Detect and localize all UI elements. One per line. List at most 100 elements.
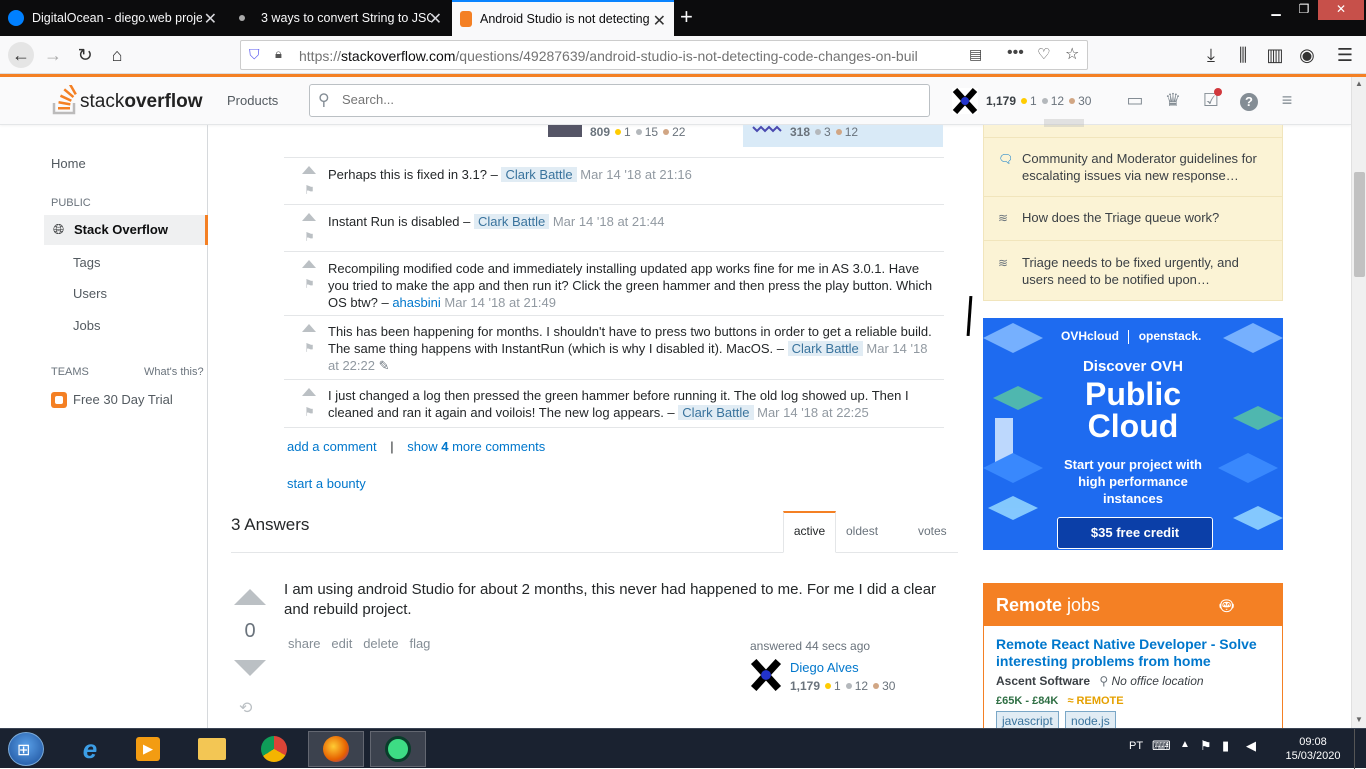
new-tab-button[interactable]: + <box>680 4 693 30</box>
close-icon[interactable]: ✕ <box>204 9 217 29</box>
user-avatar[interactable] <box>750 658 782 692</box>
taskbar-android-studio[interactable] <box>370 731 426 767</box>
comment-upvote-icon[interactable] <box>302 260 316 268</box>
upvote-icon[interactable] <box>234 589 266 605</box>
teams-info-link[interactable]: What's this? <box>144 366 204 378</box>
share-link[interactable]: share <box>288 636 321 651</box>
ovh-advertisement[interactable]: OVHcloud openstack. Discover OVH Public … <box>983 318 1283 550</box>
achievements-icon[interactable]: ♛ <box>1162 90 1184 112</box>
comment-user[interactable]: Clark Battle <box>501 167 577 182</box>
reload-icon[interactable]: ↻ <box>72 42 98 68</box>
close-icon[interactable]: ✕ <box>429 9 442 29</box>
search-input[interactable] <box>342 92 902 107</box>
download-icon[interactable]: ⤓ <box>1198 42 1224 68</box>
review-queue-icon[interactable]: ☑ <box>1200 88 1222 112</box>
start-button[interactable]: ⊞ <box>8 732 44 766</box>
edit-link[interactable]: edit <box>331 636 352 651</box>
meta-item-link[interactable]: Community and Moderator guidelines for e… <box>1022 150 1272 184</box>
volume-icon[interactable]: ◀ <box>1246 738 1256 754</box>
action-center-icon[interactable]: ⚑ <box>1200 738 1212 754</box>
flag-icon[interactable]: ⚑ <box>304 404 315 421</box>
inbox-icon[interactable]: ▭ <box>1124 90 1146 112</box>
comment-date[interactable]: Mar 14 '18 at 21:16 <box>580 167 692 182</box>
tab-stackoverflow[interactable]: Android Studio is not detecting ✕ <box>452 0 674 36</box>
scroll-up-icon[interactable]: ▲ <box>1355 79 1363 88</box>
close-icon[interactable]: ✕ <box>653 11 666 31</box>
comment-user[interactable]: Clark Battle <box>678 405 754 420</box>
flag-icon[interactable]: ⚑ <box>304 182 315 199</box>
tab-string-json[interactable]: 3 ways to convert String to JSON ✕ <box>226 0 450 36</box>
downvote-icon[interactable] <box>234 660 266 676</box>
more-icon[interactable]: ••• <box>1007 44 1024 62</box>
tab-oldest[interactable]: oldest <box>846 524 878 538</box>
maximize-button[interactable]: ❐ <box>1290 0 1318 20</box>
url-text[interactable]: https://stackoverflow.com/questions/4928… <box>299 48 949 64</box>
taskbar-firefox[interactable] <box>308 731 364 767</box>
user-avatar[interactable] <box>952 87 978 115</box>
stackoverflow-logo[interactable]: stackoverflow <box>52 83 202 115</box>
keyboard-icon[interactable]: ⌨ <box>1152 738 1171 754</box>
add-comment-link[interactable]: add a comment <box>287 439 377 454</box>
search-box[interactable]: ⚲ <box>309 84 930 117</box>
menu-icon[interactable]: ☰ <box>1332 42 1358 68</box>
user-avatar[interactable] <box>548 125 582 137</box>
show-desktop-button[interactable] <box>1354 729 1366 769</box>
home-icon[interactable]: ⌂ <box>104 42 130 68</box>
flag-icon[interactable]: ⚑ <box>304 340 315 357</box>
pocket-icon[interactable]: ♡ <box>1037 45 1050 63</box>
header-reputation[interactable]: 1,179 1 12 30 <box>986 93 1091 108</box>
sidebar-item-stackoverflow[interactable]: 🌐︎ Stack Overflow <box>44 215 208 245</box>
scroll-down-icon[interactable]: ▼ <box>1355 715 1363 724</box>
scrollbar-thumb[interactable] <box>1354 172 1365 277</box>
taskbar-file-explorer[interactable] <box>184 731 240 767</box>
taskbar-internet-explorer[interactable]: e <box>62 731 118 767</box>
meta-item-link[interactable]: Triage needs to be fixed urgently, and u… <box>1022 254 1272 288</box>
products-menu[interactable]: Products <box>227 93 278 108</box>
page-scrollbar[interactable]: ▲ ▼ <box>1351 77 1366 728</box>
comment-upvote-icon[interactable] <box>302 388 316 396</box>
account-icon[interactable]: ◉ <box>1294 42 1320 68</box>
comment-upvote-icon[interactable] <box>302 213 316 221</box>
sidebar-item-users[interactable]: Users <box>73 286 107 301</box>
taskbar-media-player[interactable]: ▶ <box>120 731 176 767</box>
meta-item-link[interactable]: How does the Triage queue work? <box>1022 209 1272 226</box>
comment-upvote-icon[interactable] <box>302 324 316 332</box>
answer-user[interactable]: Diego Alves <box>790 660 859 675</box>
sidebar-icon[interactable]: ▥ <box>1262 42 1288 68</box>
flag-link[interactable]: flag <box>409 636 430 651</box>
window-close-button[interactable]: ✕ <box>1318 0 1364 20</box>
minimize-button[interactable]: ▁ <box>1262 0 1290 20</box>
bookmark-star-icon[interactable]: ☆ <box>1065 44 1079 64</box>
job-tag[interactable]: node.js <box>1065 711 1116 728</box>
tab-active[interactable]: active <box>783 511 836 553</box>
sidebar-item-jobs[interactable]: Jobs <box>73 318 100 333</box>
sidebar-item-home[interactable]: Home <box>51 156 86 171</box>
network-icon[interactable]: ▮ <box>1222 738 1229 754</box>
back-icon[interactable]: ← <box>8 42 34 68</box>
ad-cta-button[interactable]: $35 free credit <box>1057 517 1213 549</box>
user-avatar[interactable] <box>751 125 783 137</box>
tab-digitalocean[interactable]: DigitalOcean - diego.web proje ✕ <box>0 0 225 36</box>
comment-user[interactable]: Clark Battle <box>474 214 550 229</box>
site-switcher-icon[interactable]: ≡ <box>1276 90 1298 112</box>
comment-user[interactable]: ahasbini <box>392 295 440 310</box>
reader-view-icon[interactable]: ▤ <box>969 46 982 63</box>
flag-icon[interactable]: ⚑ <box>304 229 315 246</box>
delete-link[interactable]: delete <box>363 636 398 651</box>
free-trial-link[interactable]: Free 30 Day Trial <box>73 392 173 407</box>
library-icon[interactable]: ⫼ <box>1230 42 1256 68</box>
sidebar-item-tags[interactable]: Tags <box>73 255 100 270</box>
job-tag[interactable]: javascript <box>996 711 1059 728</box>
forward-icon[interactable]: → <box>40 42 66 68</box>
taskbar-chrome[interactable] <box>246 731 302 767</box>
comment-date[interactable]: Mar 14 '18 at 21:49 <box>444 295 556 310</box>
job-title-link[interactable]: Remote React Native Developer - Solve in… <box>996 636 1271 670</box>
history-icon[interactable]: ⟲ <box>239 698 252 718</box>
show-hidden-icons[interactable]: ▲ <box>1180 739 1190 750</box>
start-bounty-link[interactable]: start a bounty <box>287 476 366 491</box>
shield-icon[interactable]: ⛉ <box>249 46 260 63</box>
comment-upvote-icon[interactable] <box>302 166 316 174</box>
comment-date[interactable]: Mar 14 '18 at 21:44 <box>553 214 665 229</box>
comment-date[interactable]: Mar 14 '18 at 22:25 <box>757 405 869 420</box>
help-icon[interactable]: ? <box>1238 90 1260 112</box>
